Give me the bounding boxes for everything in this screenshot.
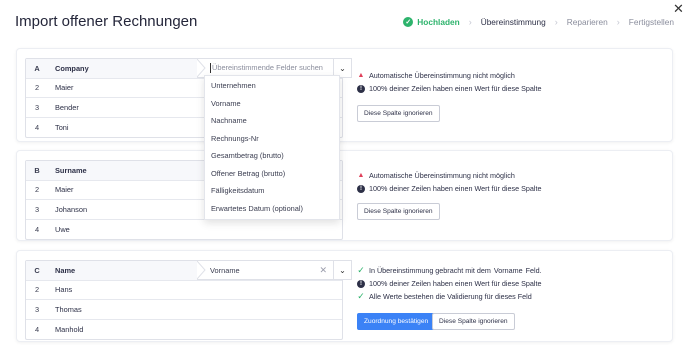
ignore-column-button[interactable]: Diese Spalte ignorieren — [357, 203, 440, 220]
step-fertigstellen[interactable]: Fertigstellen — [629, 17, 674, 27]
ignore-column-button[interactable]: Diese Spalte ignorieren — [432, 313, 515, 330]
clear-icon[interactable]: ✕ — [319, 265, 327, 276]
row-index: 2 — [34, 83, 40, 93]
step-uebereinstimmung[interactable]: Übereinstimmung — [481, 17, 546, 27]
confirm-mapping-button[interactable]: Zuordnung bestätigen — [357, 313, 436, 330]
cell-value: Thomas — [55, 304, 82, 314]
info-icon: ! — [357, 184, 365, 193]
cell-value: Maier — [55, 185, 74, 195]
dropdown-option[interactable]: Nachname — [205, 112, 339, 130]
step-label: Hochladen — [417, 17, 460, 27]
column-name: Company — [55, 63, 89, 73]
row-index: 3 — [34, 102, 40, 112]
column-name: Surname — [55, 165, 87, 175]
page-title: Import offener Rechnungen — [15, 13, 198, 30]
status-message: Automatische Übereinstimmung nicht mögli… — [369, 171, 515, 180]
warning-icon: ▲ — [357, 72, 365, 79]
row-index: 2 — [34, 285, 40, 295]
row-index: 3 — [34, 204, 40, 214]
cell-value: Uwe — [55, 224, 70, 234]
dropdown-option[interactable]: Fälligkeitsdatum — [205, 182, 339, 200]
dropdown-option[interactable]: Unternehmen — [205, 77, 339, 95]
column-card-a: A Company 2 Maier 3 Bender 4 Toni Überei… — [16, 48, 673, 142]
row-index: 2 — [34, 185, 40, 195]
cell-value: Bender — [55, 102, 79, 112]
dropdown-option[interactable]: Erwartetes Datum (optional) — [205, 200, 339, 218]
chevron-right-icon: › — [468, 17, 472, 27]
table-row: 2 Hans — [26, 281, 342, 300]
check-icon: ✓ — [357, 265, 365, 275]
status-message: Automatische Übereinstimmung nicht mögli… — [369, 71, 515, 80]
field-search-input[interactable]: Übereinstimmende Felder suchen — [198, 63, 333, 74]
match-status: ✓ In Übereinstimmung gebracht mit dem Vo… — [357, 264, 542, 303]
step-label: Übereinstimmung — [480, 17, 546, 27]
cell-value: Toni — [55, 122, 69, 132]
arrow-notch-icon — [197, 261, 206, 279]
column-letter: A — [34, 63, 40, 73]
cell-value: Manhold — [55, 324, 84, 334]
dropdown-option[interactable]: Offener Betrag (brutto) — [205, 165, 339, 183]
dropdown-option[interactable]: Gesamtbetrag (brutto) — [205, 147, 339, 165]
row-index: 3 — [34, 304, 40, 314]
step-label: Reparieren — [566, 17, 608, 27]
match-status: ▲ Automatische Übereinstimmung nicht mög… — [357, 169, 541, 195]
info-icon: ! — [357, 279, 365, 288]
column-card-c: C Name 2 Hans 3 Thomas 4 Manhold Vorname… — [16, 250, 673, 342]
chevron-right-icon: › — [554, 17, 558, 27]
check-circle-icon: ✓ — [403, 17, 414, 27]
status-message: 100% deiner Zeilen haben einen Wert für … — [369, 84, 542, 93]
step-reparieren[interactable]: Reparieren — [567, 17, 608, 27]
row-index: 4 — [34, 224, 40, 234]
match-status: ▲ Automatische Übereinstimmung nicht mög… — [357, 69, 541, 95]
column-name: Name — [55, 265, 76, 275]
status-message: Feld. — [525, 266, 542, 275]
cell-value: Johanson — [55, 204, 88, 214]
step-label: Fertigstellen — [628, 17, 674, 27]
warning-icon: ▲ — [357, 172, 365, 179]
row-index: 4 — [34, 122, 40, 132]
chevron-down-icon[interactable]: ⌄ — [333, 261, 351, 279]
matched-field-value[interactable]: Vorname — [198, 266, 319, 275]
field-match-select[interactable]: Vorname ✕ ⌄ — [197, 260, 352, 280]
status-message: Alle Werte bestehen die Validierung für … — [369, 292, 532, 301]
table-row: 4 Uwe — [26, 220, 342, 240]
status-message: 100% deiner Zeilen haben einen Wert für … — [369, 184, 542, 193]
matched-field-name: Vorname — [493, 266, 523, 275]
status-message: 100% deiner Zeilen haben einen Wert für … — [369, 279, 542, 288]
column-card-b: B Surname 2 Maier 3 Johanson 4 Uwe ▲ Aut… — [16, 150, 673, 241]
row-index: 4 — [34, 324, 40, 334]
table-row: 3 Thomas — [26, 300, 342, 320]
field-options-dropdown: Unternehmen Vorname Nachname Rechnungs-N… — [204, 75, 340, 220]
close-icon[interactable]: ✕ — [673, 2, 684, 15]
step-hochladen[interactable]: ✓ Hochladen — [403, 17, 460, 27]
cell-value: Hans — [55, 285, 73, 295]
column-letter: C — [34, 265, 40, 275]
import-stepper: ✓ Hochladen › Übereinstimmung › Reparier… — [403, 17, 674, 27]
table-row: 4 Manhold — [26, 320, 342, 340]
ignore-column-button[interactable]: Diese Spalte ignorieren — [357, 105, 440, 122]
column-letter: B — [34, 165, 40, 175]
check-icon: ✓ — [357, 291, 365, 301]
dropdown-option[interactable]: Vorname — [205, 95, 339, 113]
cell-value: Maier — [55, 83, 74, 93]
dropdown-option[interactable]: Rechnungs-Nr — [205, 130, 339, 148]
status-message: In Übereinstimmung gebracht mit dem — [369, 266, 491, 275]
info-icon: ! — [357, 84, 365, 93]
chevron-right-icon: › — [616, 17, 620, 27]
